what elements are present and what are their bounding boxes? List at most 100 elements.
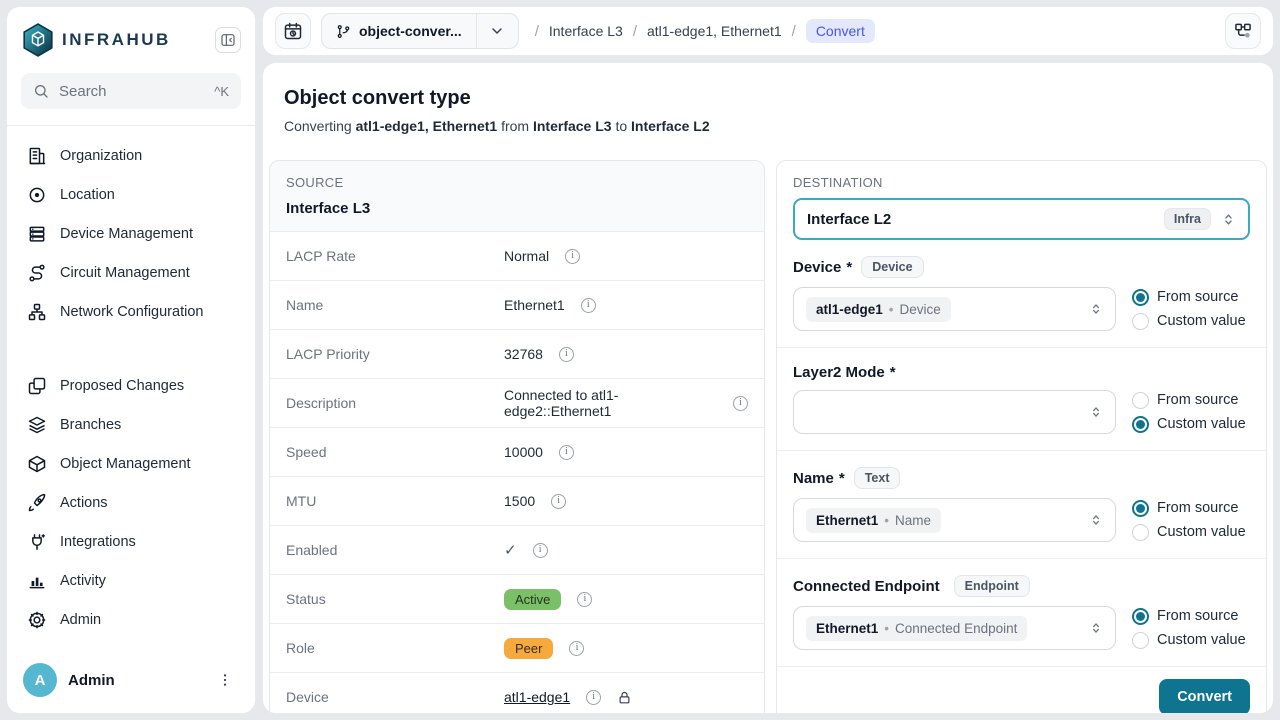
kebab-menu-icon[interactable] (211, 670, 239, 690)
table-row: LACP Rate Normal (270, 231, 764, 280)
sidebar-item-device-management[interactable]: Device Management (15, 215, 247, 253)
sidebar-item-circuit-management[interactable]: Circuit Management (15, 254, 247, 292)
git-branch-icon (336, 24, 351, 39)
attribute-value: 32768 (504, 346, 543, 362)
date-selector-button[interactable] (275, 13, 311, 49)
role-badge: Peer (504, 638, 553, 659)
topbar: object-conver... / Interface L3 / atl1-e… (262, 6, 1274, 56)
collapse-panel-icon (220, 32, 236, 48)
breadcrumb-separator: / (535, 23, 539, 40)
from-source-radio[interactable]: From source (1132, 608, 1250, 625)
custom-value-radio[interactable]: Custom value (1132, 416, 1250, 433)
selected-value-kind: Connected Endpoint (878, 621, 1017, 636)
required-mark: * (846, 259, 852, 276)
select-stepper-icon (1089, 621, 1103, 635)
destination-type-select[interactable]: Interface L2 Infra (793, 198, 1250, 240)
breadcrumb-current-page-chip: Convert (806, 19, 875, 43)
sidebar-item-label: Circuit Management (60, 265, 190, 281)
radio-label: From source (1157, 608, 1238, 624)
sidebar-item-integrations[interactable]: Integrations (15, 523, 247, 561)
source-panel-header: SOURCE Interface L3 (270, 161, 764, 229)
convert-button[interactable]: Convert (1159, 679, 1250, 714)
search-icon (33, 83, 49, 99)
branch-selector-value: object-conver... (322, 14, 476, 48)
table-row: Name Ethernet1 (270, 280, 764, 329)
from-source-radio[interactable]: From source (1132, 289, 1250, 306)
sidebar-item-admin[interactable]: Admin (15, 601, 247, 639)
sidebar-item-label: Activity (60, 573, 106, 589)
selected-value-kind: Name (878, 513, 931, 528)
sidebar-item-network-configuration[interactable]: Network Configuration (15, 293, 247, 331)
sidebar-item-label: Proposed Changes (60, 378, 184, 394)
collapse-sidebar-button[interactable] (215, 27, 241, 53)
select-stepper-icon (1089, 405, 1103, 419)
sidebar-item-activity[interactable]: Activity (15, 562, 247, 600)
source-eyebrow: SOURCE (286, 175, 748, 190)
device-select[interactable]: atl1-edge1Device (793, 287, 1116, 331)
required-mark: * (890, 364, 896, 381)
radio-dot (1132, 289, 1149, 306)
sidebar-item-organization[interactable]: Organization (15, 137, 247, 175)
field-divider (777, 450, 1266, 451)
from-source-radio[interactable]: From source (1132, 500, 1250, 517)
info-icon[interactable] (533, 543, 548, 558)
layer2-mode-select[interactable] (793, 390, 1116, 434)
custom-value-radio[interactable]: Custom value (1132, 632, 1250, 649)
sidebar-item-branches[interactable]: Branches (15, 406, 247, 444)
brand-name[interactable]: INFRAHUB (62, 30, 215, 50)
name-select[interactable]: Ethernet1Name (793, 498, 1116, 542)
radio-dot (1132, 416, 1149, 433)
radio-label: Custom value (1157, 632, 1246, 648)
field-label: Layer2 Mode (793, 364, 885, 381)
avatar: A (23, 663, 57, 697)
field-divider (777, 347, 1266, 348)
select-stepper-icon (1089, 513, 1103, 527)
search-shortcut: ^K (214, 84, 229, 99)
attribute-label: Device (286, 689, 504, 705)
connected-endpoint-select[interactable]: Ethernet1Connected Endpoint (793, 606, 1116, 650)
schema-button[interactable] (1225, 13, 1261, 49)
server-icon (27, 224, 47, 244)
info-icon[interactable] (559, 347, 574, 362)
custom-value-radio[interactable]: Custom value (1132, 524, 1250, 541)
attribute-value: Ethernet1 (504, 297, 565, 313)
selected-value-name: Ethernet1 (816, 621, 878, 636)
info-icon[interactable] (581, 298, 596, 313)
branch-selector[interactable]: object-conver... (321, 13, 519, 49)
attribute-label: Description (286, 395, 504, 411)
breadcrumb-item-schema[interactable]: Interface L3 (549, 23, 623, 39)
field-label: Name (793, 470, 834, 487)
attribute-label: Enabled (286, 542, 504, 558)
user-menu[interactable]: A Admin (7, 649, 255, 713)
device-link[interactable]: atl1-edge1 (504, 689, 570, 705)
sidebar-item-label: Integrations (60, 534, 136, 550)
attribute-label: Role (286, 640, 504, 656)
main-content: Object convert type Converting atl1-edge… (262, 62, 1274, 714)
from-source-radio[interactable]: From source (1132, 392, 1250, 409)
branch-selector-chevron[interactable] (476, 14, 518, 48)
table-row: Description Connected to atl1-edge2::Eth… (270, 378, 764, 427)
sidebar-item-object-management[interactable]: Object Management (15, 445, 247, 483)
selected-value-kind: Device (883, 302, 941, 317)
info-icon[interactable] (551, 494, 566, 509)
custom-value-radio[interactable]: Custom value (1132, 313, 1250, 330)
info-icon[interactable] (577, 592, 592, 607)
subtitle-text: Converting (284, 118, 356, 134)
info-icon[interactable] (586, 690, 601, 705)
info-icon[interactable] (569, 641, 584, 656)
sidebar-item-proposed-changes[interactable]: Proposed Changes (15, 367, 247, 405)
info-icon[interactable] (565, 249, 580, 264)
sidebar-group-gap (7, 332, 255, 366)
chevron-down-icon (489, 23, 505, 39)
search-input[interactable]: Search ^K (21, 73, 241, 109)
info-icon[interactable] (559, 445, 574, 460)
sidebar-item-actions[interactable]: Actions (15, 484, 247, 522)
gear-icon (27, 610, 47, 630)
breadcrumb-separator: / (633, 23, 637, 40)
sidebar-item-label: Device Management (60, 226, 193, 242)
required-mark: * (839, 470, 845, 487)
info-icon[interactable] (733, 396, 748, 411)
selected-value-name: atl1-edge1 (816, 302, 883, 317)
breadcrumb-item-object[interactable]: atl1-edge1, Ethernet1 (647, 23, 782, 39)
sidebar-item-location[interactable]: Location (15, 176, 247, 214)
